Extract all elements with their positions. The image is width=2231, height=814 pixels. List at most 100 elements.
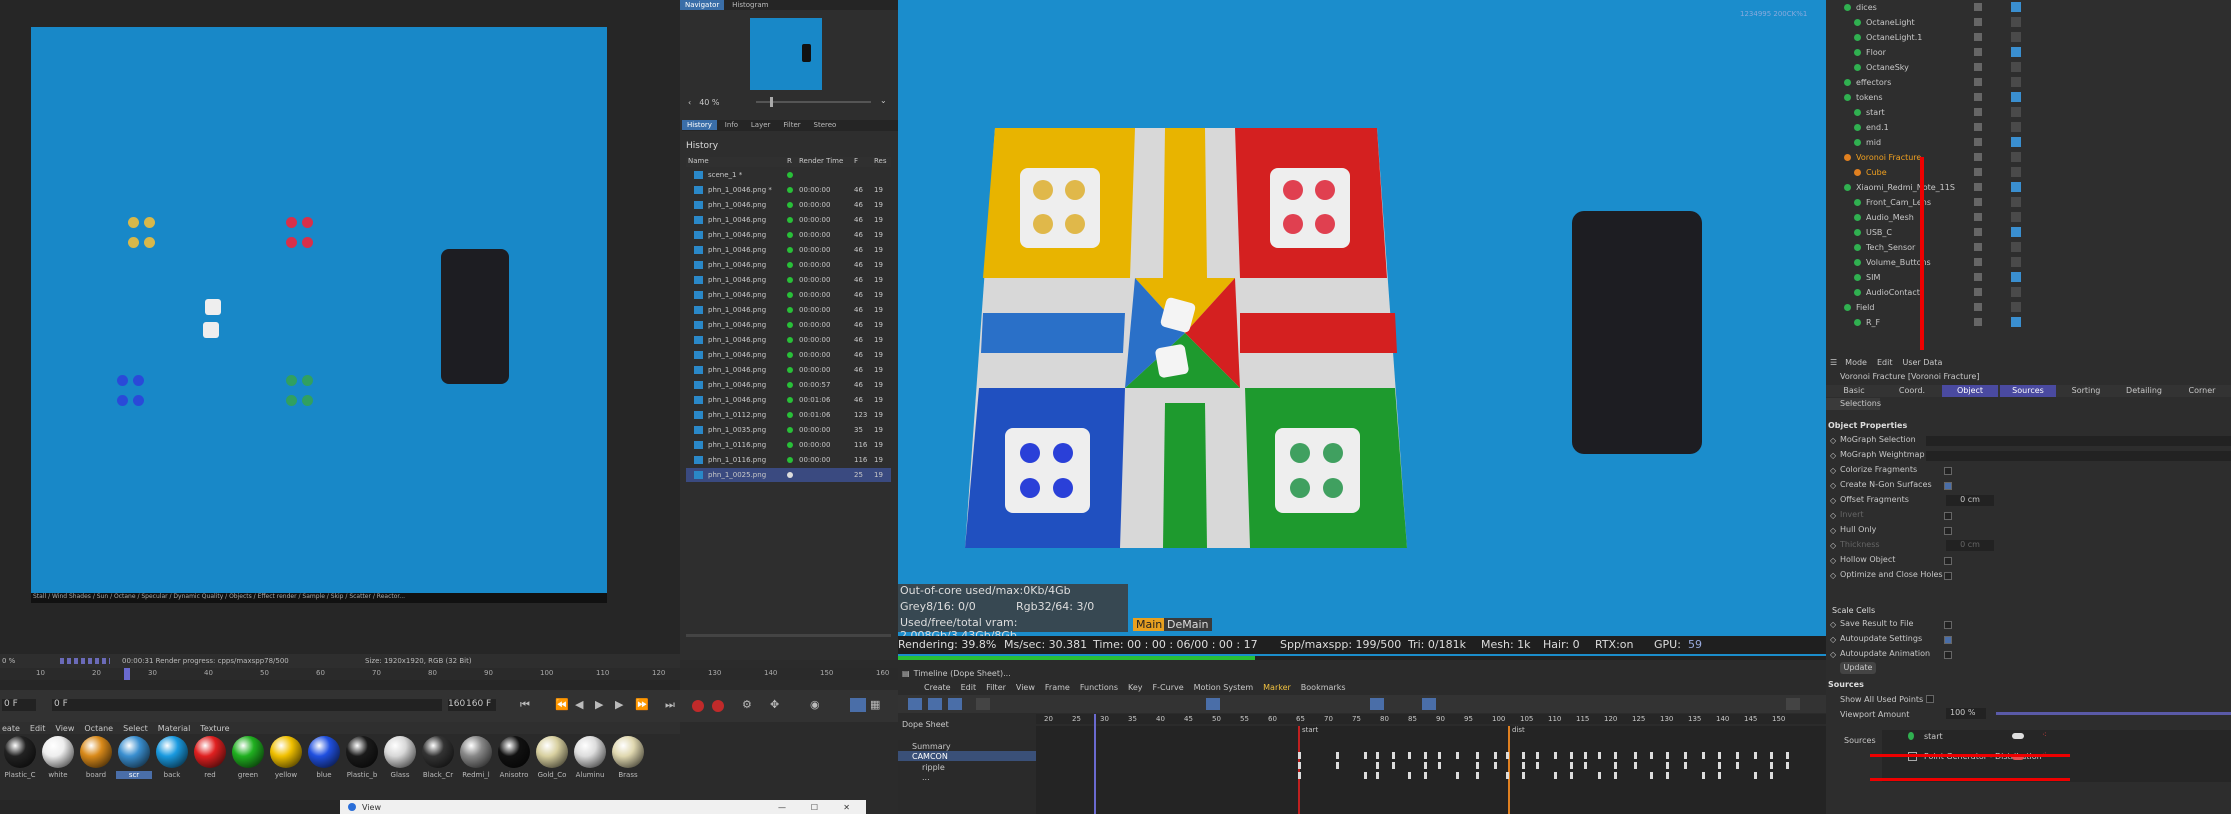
marker-dist[interactable]: dist <box>1512 726 1525 734</box>
visibility-toggle[interactable] <box>1974 168 1982 176</box>
keyframe[interactable] <box>1554 772 1557 779</box>
keyframe[interactable] <box>1438 762 1441 769</box>
keyframe[interactable] <box>1456 772 1459 779</box>
minimize-icon[interactable]: — <box>778 803 786 812</box>
move-key-icon[interactable]: ✥ <box>770 698 779 711</box>
am-menu-userdata[interactable]: User Data <box>1902 358 1942 367</box>
property-checkbox[interactable] <box>1944 527 1952 535</box>
keyframe[interactable] <box>1570 772 1573 779</box>
object-row[interactable]: Cube <box>1826 165 2231 180</box>
am-tab[interactable]: Coord. <box>1884 385 1940 397</box>
keyframe[interactable] <box>1408 752 1411 759</box>
keyframe[interactable] <box>1614 762 1617 769</box>
show-all-points-check[interactable] <box>1926 695 1934 703</box>
timeline-menu-item[interactable]: Key <box>1128 683 1143 692</box>
record-tool-icon[interactable] <box>976 698 990 710</box>
keyframe[interactable] <box>1438 752 1441 759</box>
keyframe[interactable] <box>1650 752 1653 759</box>
visibility-toggle[interactable] <box>1974 228 1982 236</box>
am-tab[interactable]: Basic <box>1826 385 1882 397</box>
object-row[interactable]: end.1 <box>1826 120 2231 135</box>
keyframe[interactable] <box>1476 752 1479 759</box>
keyframe[interactable] <box>1770 772 1773 779</box>
keyframe[interactable] <box>1376 762 1379 769</box>
frame-current-field[interactable]: 0 F <box>52 699 442 711</box>
object-row[interactable]: OctaneLight <box>1826 15 2231 30</box>
property-link-field[interactable] <box>1926 451 2231 461</box>
timeline-menu-item[interactable]: Motion System <box>1194 683 1254 692</box>
history-row[interactable]: phn_1_0046.png 00:00:00 46 19 <box>686 333 891 347</box>
tag-icon[interactable] <box>2011 137 2021 147</box>
timeline-menu-item[interactable]: Filter <box>986 683 1006 692</box>
tag-icon[interactable] <box>2011 212 2021 222</box>
menu-view[interactable]: View <box>55 724 74 733</box>
material-swatch[interactable]: Glass <box>382 736 418 779</box>
param-key-icon[interactable]: ◉ <box>810 698 820 711</box>
keyframe[interactable] <box>1476 762 1479 769</box>
history-row[interactable]: phn_1_0046.png 00:00:00 46 19 <box>686 213 891 227</box>
pla-key-icon[interactable] <box>850 698 866 712</box>
visibility-toggle[interactable] <box>1974 153 1982 161</box>
tab-histogram[interactable]: Histogram <box>727 0 773 10</box>
keyframe[interactable] <box>1364 752 1367 759</box>
tab-stereo[interactable]: Stereo <box>809 120 842 130</box>
keyframe[interactable] <box>1736 762 1739 769</box>
keyframe[interactable] <box>1770 762 1773 769</box>
material-swatch[interactable]: Black_Cr <box>420 736 456 779</box>
zoom-slider[interactable] <box>756 101 871 103</box>
keyframe[interactable] <box>1376 772 1379 779</box>
object-row[interactable]: Floor <box>1826 45 2231 60</box>
property-checkbox[interactable] <box>1944 482 1952 490</box>
tag-icon[interactable] <box>2011 77 2021 87</box>
tag-icon[interactable] <box>2011 272 2021 282</box>
keyframe[interactable] <box>1336 752 1339 759</box>
visibility-toggle[interactable] <box>1974 63 1982 71</box>
keyframe[interactable] <box>1494 762 1497 769</box>
col-res[interactable]: Res <box>874 157 887 165</box>
keyframe[interactable] <box>1522 762 1525 769</box>
keyframe[interactable] <box>1614 772 1617 779</box>
object-row[interactable]: Volume_Buttons <box>1826 255 2231 270</box>
animate-diamond-icon[interactable]: ◇ <box>1830 650 1836 659</box>
history-row[interactable]: phn_1_0046.png 00:00:00 46 19 <box>686 258 891 272</box>
history-row[interactable]: scene_1 * <box>686 168 891 182</box>
material-swatch[interactable]: scr <box>116 736 152 779</box>
row-ripple[interactable]: ripple <box>922 763 945 772</box>
history-row[interactable]: phn_1_0035.png 00:00:00 35 19 <box>686 423 891 437</box>
history-row[interactable]: phn_1_0116.png 00:00:00 116 19 <box>686 453 891 467</box>
row-camcon[interactable]: CAMCON <box>912 752 948 761</box>
update-button[interactable]: Update <box>1840 662 1876 674</box>
lock-icon[interactable] <box>1422 698 1436 710</box>
keyframe[interactable] <box>1424 762 1427 769</box>
tag-icon[interactable] <box>2011 152 2021 162</box>
keyframe[interactable] <box>1364 772 1367 779</box>
keyframe[interactable] <box>1598 772 1601 779</box>
visibility-toggle[interactable] <box>1974 108 1982 116</box>
history-row[interactable]: phn_1_0046.png 00:00:57 46 19 <box>686 378 891 392</box>
material-swatch[interactable]: Anisotro <box>496 736 532 779</box>
goto-start-icon[interactable]: ⏮ <box>520 698 530 712</box>
next-frame-icon[interactable]: ▶ <box>615 698 623 711</box>
object-row[interactable]: R_F <box>1826 315 2231 330</box>
tag-icon[interactable] <box>2011 62 2021 72</box>
keyframe[interactable] <box>1554 752 1557 759</box>
close-icon[interactable]: ✕ <box>843 803 850 812</box>
object-row[interactable]: SIM <box>1826 270 2231 285</box>
tag-icon[interactable] <box>2011 167 2021 177</box>
am-tab[interactable]: Object <box>1942 385 1998 397</box>
property-link-field[interactable] <box>1926 436 2231 446</box>
tag-icon[interactable] <box>2011 182 2021 192</box>
col-name[interactable]: Name <box>688 157 709 165</box>
tag-icon[interactable] <box>2011 32 2021 42</box>
dope-ruler[interactable]: 20 25 30 35 40 45 50 55 60 65 70 75 80 85 90 95 100 105 11… <box>1036 714 1826 724</box>
keyframe[interactable] <box>1536 762 1539 769</box>
keyframe[interactable] <box>1506 772 1509 779</box>
fcurve-mode-icon[interactable] <box>928 698 942 710</box>
visibility-toggle[interactable] <box>1974 198 1982 206</box>
menu-octane[interactable]: Octane <box>84 724 113 733</box>
menu-select[interactable]: Select <box>123 724 148 733</box>
tab-selections[interactable]: Selections <box>1826 398 1881 410</box>
visibility-toggle[interactable] <box>1974 273 1982 281</box>
history-row[interactable]: phn_1_0046.png 00:00:00 46 19 <box>686 288 891 302</box>
keyframe[interactable] <box>1754 752 1757 759</box>
